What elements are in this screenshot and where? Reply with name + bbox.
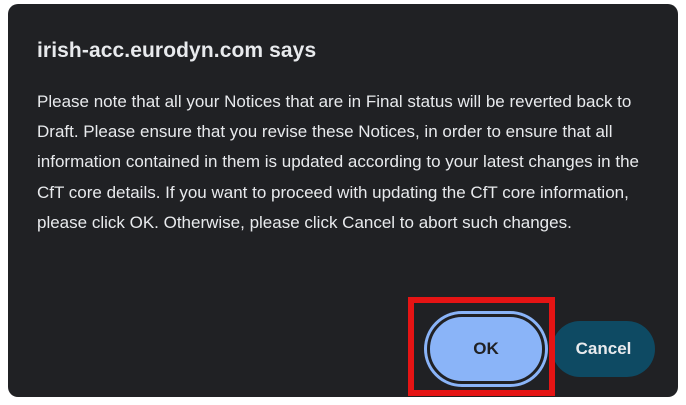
dialog-message: Please note that all your Notices that a…	[37, 92, 639, 232]
cancel-button[interactable]: Cancel	[552, 321, 655, 377]
page-background: irish-acc.eurodyn.com says Please note t…	[0, 0, 686, 405]
dialog-title: irish-acc.eurodyn.com says	[37, 39, 317, 62]
ok-button[interactable]: OK	[427, 314, 545, 384]
alert-dialog: irish-acc.eurodyn.com says Please note t…	[8, 4, 678, 397]
